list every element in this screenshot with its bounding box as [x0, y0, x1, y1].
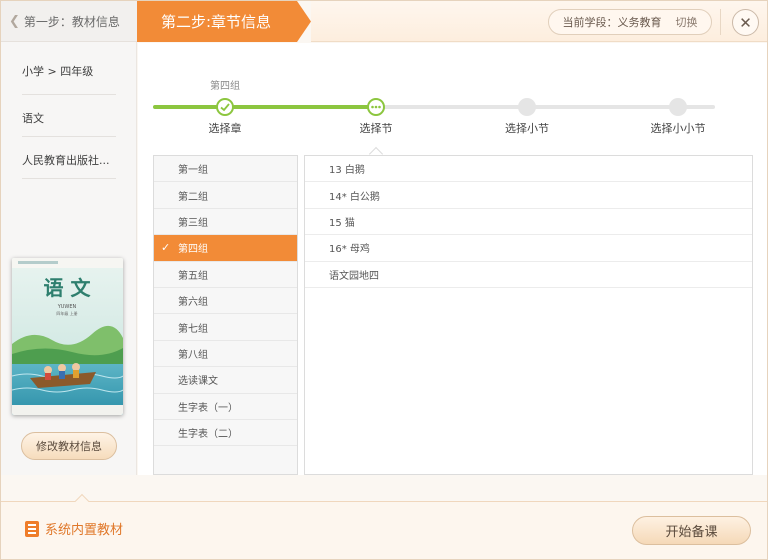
- list-item[interactable]: 第三组: [154, 209, 297, 236]
- lesson-list: 13 白鹅 14* 白公鹅 15 猫 16* 母鸡 语文园地四: [304, 155, 753, 475]
- step-node-pending[interactable]: [518, 98, 536, 116]
- divider: [22, 94, 116, 95]
- ellipsis-icon: [371, 105, 381, 109]
- group-label: 第一组: [178, 165, 208, 177]
- builtin-label: 系统内置教材: [45, 523, 124, 538]
- step-node-done[interactable]: [216, 98, 234, 116]
- group-label: 第五组: [178, 270, 208, 282]
- cover-title: 语 文: [44, 276, 92, 300]
- crumb-publisher: 人民教育出版社...: [22, 154, 110, 167]
- step-label-chapter: 选择章: [208, 122, 242, 135]
- builtin-textbook-link[interactable]: 系统内置教材: [25, 519, 123, 538]
- stage-label: 当前学段：义务教育: [562, 16, 662, 29]
- group-label: 第二组: [178, 191, 208, 203]
- textbook-cover-image: 语 文 YUWEN 四年级 上册: [12, 258, 123, 415]
- close-icon: ✕: [739, 13, 752, 32]
- header-divider: [720, 9, 721, 35]
- list-item[interactable]: 第八组: [154, 341, 297, 368]
- list-item[interactable]: 16* 母鸡: [305, 235, 752, 262]
- group-label: 选读课文: [178, 376, 218, 388]
- step-label-subsection: 选择小节: [505, 122, 549, 135]
- divider: [22, 178, 116, 179]
- check-icon: ✓: [161, 241, 171, 255]
- group-label: 第七组: [178, 323, 208, 335]
- group-label: 第六组: [178, 297, 208, 309]
- list-item[interactable]: 14* 白公鹅: [305, 182, 752, 209]
- step-node-pending[interactable]: [669, 98, 687, 116]
- textbook-cover-art: 语 文 YUWEN 四年级 上册: [12, 258, 123, 415]
- list-item[interactable]: 第七组: [154, 314, 297, 341]
- list-item-selected[interactable]: ✓ 第四组: [154, 235, 297, 262]
- crumb-grade: 小学 > 四年级: [22, 65, 94, 78]
- divider: [22, 136, 116, 137]
- step-node-current[interactable]: [367, 98, 385, 116]
- list-item[interactable]: 生字表（一）: [154, 394, 297, 420]
- group-list: 第一组 第二组 第三组 ✓ 第四组 第五组 第六组 第七组 第八组 选读课文 生…: [153, 155, 298, 475]
- close-button[interactable]: ✕: [732, 9, 759, 36]
- book-icon: [25, 520, 39, 537]
- sidebar: 小学 > 四年级 语文 人民教育出版社... 语 文 YUWEN 四年级 上册 …: [1, 42, 137, 475]
- list-item[interactable]: 第二组: [154, 182, 297, 209]
- step1-back-tab[interactable]: ❮ 第一步：教材信息: [1, 1, 137, 42]
- app-window: ❮ 第一步：教材信息 第二步:章节信息 当前学段：义务教育 切换 ✕ 小学 > …: [0, 0, 768, 560]
- progress-track-done: [153, 105, 377, 109]
- group-label: 生字表（一）: [178, 402, 238, 414]
- stage-switch-link[interactable]: 切换: [676, 14, 698, 30]
- start-prepare-button[interactable]: 开始备课: [632, 516, 751, 545]
- group-label: 第三组: [178, 217, 208, 229]
- group-label: 第八组: [178, 349, 208, 361]
- crumb-subject: 语文: [22, 112, 44, 125]
- step2-label: 第二步:章节信息: [161, 13, 272, 31]
- stage-pill: 当前学段：义务教育 切换: [548, 9, 712, 35]
- list-item[interactable]: 第五组: [154, 262, 297, 288]
- group-label: 第四组: [178, 244, 208, 256]
- list-item[interactable]: 13 白鹅: [305, 156, 752, 183]
- list-item[interactable]: 选读课文: [154, 367, 297, 394]
- list-item[interactable]: 第六组: [154, 288, 297, 315]
- group-label: 生字表（二）: [178, 429, 238, 441]
- list-item[interactable]: 语文园地四: [305, 262, 752, 288]
- step-label-subsubsection: 选择小小节: [650, 122, 706, 135]
- list-item[interactable]: 第一组: [154, 156, 297, 183]
- cover-grade: 四年级 上册: [56, 310, 77, 316]
- chevron-left-icon: ❮: [9, 13, 20, 29]
- edit-textbook-button[interactable]: 修改教材信息: [21, 432, 117, 460]
- list-item[interactable]: 生字表（二）: [154, 420, 297, 447]
- progress-track-pending: [377, 105, 715, 109]
- current-chapter-label: 第四组: [210, 81, 240, 92]
- step1-label: 第一步：教材信息: [23, 14, 120, 29]
- check-icon: [220, 103, 230, 112]
- cover-pinyin: YUWEN: [57, 304, 77, 310]
- step-label-section: 选择节: [359, 122, 393, 135]
- step2-tab: 第二步:章节信息: [137, 1, 311, 42]
- list-item[interactable]: 15 猫: [305, 209, 752, 236]
